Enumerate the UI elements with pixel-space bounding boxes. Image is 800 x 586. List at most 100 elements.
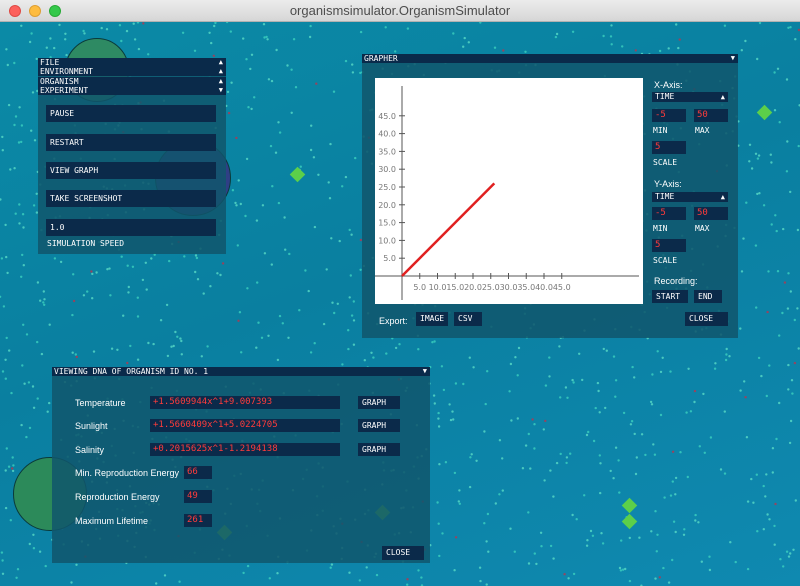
particle — [774, 502, 777, 506]
particle — [468, 356, 471, 359]
menu-file[interactable]: FILE ▲ — [38, 58, 226, 67]
sunlight-graph-button[interactable]: GRAPH — [358, 419, 400, 432]
particle — [350, 314, 354, 317]
particle — [309, 148, 313, 152]
particle — [776, 67, 780, 70]
particle — [11, 469, 15, 473]
particle — [15, 576, 18, 579]
particle — [778, 334, 781, 337]
particle — [631, 365, 634, 369]
pause-button[interactable]: PAUSE — [46, 105, 216, 122]
particle — [226, 90, 230, 94]
particle — [764, 495, 767, 498]
particle — [458, 502, 461, 505]
particle — [779, 558, 782, 561]
particle — [605, 349, 608, 352]
particle — [599, 462, 602, 465]
particle — [654, 510, 657, 513]
y-axis-variable-select[interactable]: TIME ▲ — [652, 192, 728, 202]
particle — [307, 289, 310, 293]
y-axis-scale-label: SCALE — [653, 256, 678, 265]
particle — [614, 395, 617, 398]
dna-panel-header[interactable]: VIEWING DNA OF ORGANISM ID NO. 1 ▼ — [52, 367, 430, 376]
particle — [552, 557, 555, 560]
particle — [539, 531, 543, 534]
simulation-speed-slider[interactable]: 1.0 — [46, 219, 216, 236]
salinity-gene-field[interactable]: +0.2015625x^1-1.2194138 — [150, 443, 340, 456]
particle — [406, 578, 409, 581]
particle — [674, 530, 677, 534]
temperature-gene-field[interactable]: +1.5609944x^1+9.007393 — [150, 396, 340, 409]
particle — [394, 50, 397, 53]
particle — [22, 323, 25, 326]
min-reproduction-energy-field[interactable]: 66 — [184, 466, 212, 479]
x-axis-min-field[interactable]: -5 — [652, 109, 686, 122]
particle — [4, 223, 7, 227]
x-axis-variable-select[interactable]: TIME ▲ — [652, 92, 728, 102]
salinity-graph-button[interactable]: GRAPH — [358, 443, 400, 456]
grapher-header[interactable]: GRAPHER ▼ — [362, 54, 738, 63]
dna-close-button[interactable]: CLOSE — [382, 546, 424, 560]
particle — [165, 303, 169, 307]
particle — [221, 262, 225, 265]
particle — [225, 22, 229, 24]
particle — [671, 480, 674, 483]
grapher-close-button[interactable]: CLOSE — [685, 312, 728, 326]
y-axis-max-field[interactable]: 50 — [694, 207, 728, 220]
particle — [91, 297, 94, 300]
particle — [288, 252, 291, 256]
particle — [28, 426, 32, 430]
particle — [25, 435, 28, 439]
particle — [172, 344, 175, 348]
particle — [43, 303, 46, 306]
particle — [351, 71, 355, 74]
particle — [559, 396, 562, 399]
particle — [773, 109, 777, 112]
particle — [669, 370, 672, 373]
particle — [105, 28, 109, 31]
sunlight-gene-field[interactable]: +1.5660409x^1+5.0224705 — [150, 419, 340, 432]
menu-organism[interactable]: ORGANISM ▲ — [38, 77, 226, 86]
particle — [757, 154, 761, 157]
particle — [463, 36, 466, 40]
particle — [12, 464, 15, 467]
particle — [700, 560, 703, 563]
particle — [542, 428, 545, 431]
x-axis-max-field[interactable]: 50 — [694, 109, 728, 122]
reproduction-energy-field[interactable]: 49 — [184, 490, 212, 503]
particle — [682, 533, 686, 536]
min-reproduction-energy-label: Min. Reproduction Energy — [75, 468, 180, 478]
particle — [612, 477, 615, 480]
particle — [268, 577, 271, 580]
maximum-lifetime-field[interactable]: 261 — [184, 514, 212, 527]
view-graph-button[interactable]: VIEW GRAPH — [46, 162, 216, 179]
temperature-graph-button[interactable]: GRAPH — [358, 396, 400, 409]
particle — [287, 336, 290, 339]
particle — [486, 370, 489, 373]
particle — [508, 390, 511, 393]
take-screenshot-button[interactable]: TAKE SCREENSHOT — [46, 190, 216, 207]
particle — [662, 566, 665, 570]
y-axis-min-field[interactable]: -5 — [652, 207, 686, 220]
menu-environment[interactable]: ENVIRONMENT ▲ — [38, 67, 226, 76]
particle — [758, 192, 761, 195]
particle — [14, 212, 17, 215]
particle — [136, 296, 139, 299]
y-axis-scale-field[interactable]: 5 — [652, 239, 686, 252]
x-axis-scale-field[interactable]: 5 — [652, 141, 686, 154]
particle — [1, 572, 5, 575]
restart-button[interactable]: RESTART — [46, 134, 216, 151]
particle — [485, 540, 488, 543]
export-csv-button[interactable]: CSV — [454, 312, 482, 326]
end-recording-button[interactable]: END — [694, 290, 722, 303]
particle — [472, 366, 475, 369]
export-image-button[interactable]: IMAGE — [416, 312, 448, 326]
particle — [181, 31, 185, 34]
particle — [548, 356, 551, 359]
particle — [742, 237, 745, 240]
menu-experiment[interactable]: EXPERIMENT ▼ — [38, 86, 226, 95]
particle — [2, 305, 6, 308]
particle — [510, 419, 513, 422]
particle — [694, 513, 697, 517]
start-recording-button[interactable]: START — [652, 290, 688, 303]
